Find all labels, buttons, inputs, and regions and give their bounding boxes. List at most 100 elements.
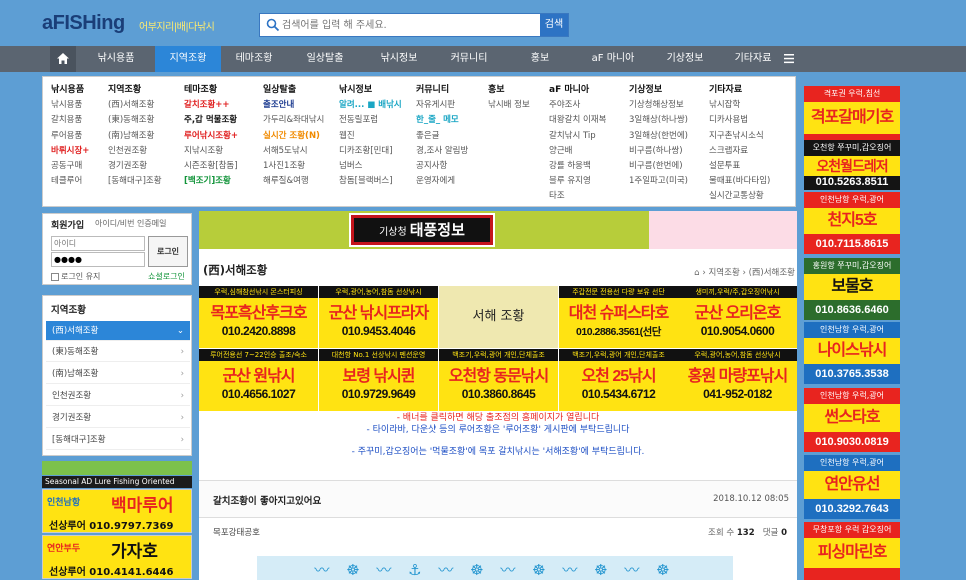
home-button[interactable]: [50, 46, 76, 72]
nav-item-6[interactable]: 커뮤니티: [438, 46, 500, 72]
menu-item[interactable]: 1사진1조황: [263, 159, 324, 174]
home-icon[interactable]: ⌂: [694, 268, 699, 278]
right-ad[interactable]: 홍원항 쭈꾸미,갑오징어 보물호 010.8636.6460: [804, 258, 900, 320]
menu-item[interactable]: 운영자에게: [416, 174, 468, 189]
sidebar-item[interactable]: (東)동해조황 ›: [46, 342, 190, 362]
menu-item[interactable]: 디카조황[민대]: [339, 144, 402, 159]
menu-item[interactable]: [백조기]조황: [184, 174, 238, 189]
menu-item[interactable]: 기상청해상정보: [629, 98, 688, 113]
menu-item[interactable]: 비구름(하나쌍): [629, 144, 688, 159]
signup-link[interactable]: 회원가입: [51, 218, 84, 231]
menu-item[interactable]: 자유게시판: [416, 98, 468, 113]
menu-item[interactable]: 낚시잡학: [709, 98, 770, 113]
left-ad[interactable]: 인천남항 백마루어 선상루어 010.9797.7369: [42, 489, 192, 533]
menu-item[interactable]: 해루질&여행: [263, 174, 324, 189]
menu-item[interactable]: 낚시배 정보: [488, 98, 530, 113]
sidebar-item[interactable]: (南)남해조황 ›: [46, 364, 190, 384]
ad-tile[interactable]: 백조기,우럭,광어 개인,단체출조 오천항 동문낚시 010.3860.8645: [439, 349, 558, 411]
menu-item[interactable]: 갈치용품: [51, 113, 89, 128]
menu-item[interactable]: 비구름(한번에): [629, 159, 688, 174]
menu-item[interactable]: 웹진: [339, 129, 402, 144]
sidebar-item[interactable]: 경기권조황 ›: [46, 408, 190, 428]
find-account-link[interactable]: 아이디/비번 인증메일: [95, 218, 166, 229]
menu-item[interactable]: 경,조사 알림방: [416, 144, 468, 159]
menu-item[interactable]: 알려... ■ 배낚시: [339, 98, 402, 113]
menu-item[interactable]: 양근배: [549, 144, 606, 159]
menu-item[interactable]: 좋은글: [416, 129, 468, 144]
nav-item-8[interactable]: aF 마니아: [582, 46, 644, 72]
menu-item[interactable]: 출조안내: [263, 98, 324, 113]
menu-item[interactable]: 전동릴포럼: [339, 113, 402, 128]
menu-item[interactable]: 경기권조황: [108, 159, 162, 174]
menu-item[interactable]: 디카사용법: [709, 113, 770, 128]
keep-login-checkbox[interactable]: 로그인 유지: [51, 271, 100, 282]
nav-item-10[interactable]: 기타자료: [722, 46, 784, 72]
typhoon-banner[interactable]: 기상청 태풍정보: [199, 211, 797, 249]
menu-item[interactable]: 물때표(바다타임): [709, 174, 770, 189]
menu-item[interactable]: 1주일파고(미국): [629, 174, 688, 189]
menu-item[interactable]: 강룔 하웅백: [549, 159, 606, 174]
menu-item[interactable]: 3일해상(하나쌍): [629, 113, 688, 128]
id-field[interactable]: [51, 236, 145, 251]
menu-item[interactable]: (西)서해조황: [108, 98, 162, 113]
menu-item[interactable]: 시즌조황[참돔]: [184, 159, 238, 174]
menu-item[interactable]: 갈치조황++: [184, 98, 238, 113]
ad-tile[interactable]: 대천항 No.1 선상낚시 펜션운영 보령 낚시퀸 010.9729.9649: [319, 349, 438, 411]
sidebar-item[interactable]: [동해대구]조황 ›: [46, 430, 190, 450]
sidebar-item[interactable]: 인천권조황 ›: [46, 386, 190, 406]
right-ad[interactable]: 무창포항 우럭 갑오징어 피싱마린호: [804, 522, 900, 580]
post-title[interactable]: 갈치조황이 좋아지고있어요: [213, 493, 321, 507]
menu-item[interactable]: (東)동해조황: [108, 113, 162, 128]
nav-item-5[interactable]: 낚시정보: [368, 46, 430, 72]
menu-item[interactable]: 실시간교통상황: [709, 189, 770, 204]
menu-item[interactable]: 설문투표: [709, 159, 770, 174]
menu-item[interactable]: 가두리&좌대낚시: [263, 113, 324, 128]
menu-item[interactable]: 지낚시조황: [184, 144, 238, 159]
site-logo[interactable]: aFISHing: [42, 12, 125, 35]
nav-item-7[interactable]: 홍보: [520, 46, 560, 72]
menu-item[interactable]: 대왕갈치 이재복: [549, 113, 606, 128]
right-ad[interactable]: 인천남항 우럭,광어 썬스타호 010.9030.0819: [804, 388, 900, 452]
menu-item[interactable]: 인천권조황: [108, 144, 162, 159]
menu-item[interactable]: 주야조사: [549, 98, 606, 113]
menu-item[interactable]: 루어용품: [51, 129, 89, 144]
ad-tile[interactable]: 백조기,우럭,광어 개인,단체출조 오천 25낚시 010.5434.6712: [559, 349, 678, 411]
menu-item[interactable]: 지구촌낚시소식: [709, 129, 770, 144]
ad-tile[interactable]: 주갑전문 전용선 다량 보유 선단 대천 슈퍼스타호 010.2886.3561…: [559, 286, 678, 348]
ad-tile[interactable]: 우럭,광어,농어,참돔 선상낚시 군산 낚시프라자 010.9453.4046: [319, 286, 438, 348]
menu-item[interactable]: 타조: [549, 189, 606, 204]
menu-item[interactable]: 낚시용품: [51, 98, 89, 113]
ad-tile[interactable]: 루어전용선 7~22인승 출조/숙소 군산 원낚시 010.4656.1027: [199, 349, 318, 411]
menu-item[interactable]: 공동구매: [51, 159, 89, 174]
menu-item[interactable]: 블루 유지영: [549, 174, 606, 189]
right-ad[interactable]: 오천항 쭈꾸미,갑오징어 오천월드레저 010.5263.8511: [804, 140, 900, 190]
right-ad[interactable]: 인천남항 우럭,광어 연안유선 010.3292.7643: [804, 455, 900, 519]
menu-item[interactable]: 참돔[블랙버스]: [339, 174, 402, 189]
menu-item[interactable]: 실시간 조황(N): [263, 129, 324, 144]
menu-item[interactable]: [동해대구]조황: [108, 174, 162, 189]
menu-item[interactable]: 주,갑 먹물조황: [184, 113, 238, 128]
menu-item[interactable]: (南)남해조황: [108, 129, 162, 144]
menu-item[interactable]: 공지사항: [416, 159, 468, 174]
menu-item[interactable]: 한_줄_ 메모: [416, 113, 468, 128]
sidebar-item[interactable]: (西)서해조황 ⌄: [46, 321, 190, 341]
nav-item-4[interactable]: 일상탈출: [294, 46, 356, 72]
left-ad[interactable]: 연안부두 가자호 선상루어 010.4141.6446: [42, 535, 192, 579]
right-ad[interactable]: 인천남항 우럭,광어 나이스낚시 010.3765.3538: [804, 322, 900, 384]
ad-tile[interactable]: 우럭,심해참선낚시 몬스터피싱 목포흑산후크호 010.2420.8898: [199, 286, 318, 348]
nav-item-2[interactable]: 지역조황: [155, 46, 221, 72]
menu-item[interactable]: 넘버스: [339, 159, 402, 174]
menu-item[interactable]: 루어낚시조황+: [184, 129, 238, 144]
menu-item[interactable]: 바뤼시장+: [51, 144, 89, 159]
nav-item-3[interactable]: 테마조황: [226, 46, 282, 72]
search-button[interactable]: 검색: [540, 14, 568, 36]
menu-item[interactable]: 갈치낚시 Tip: [549, 129, 606, 144]
nav-item-1[interactable]: 낚시용품: [80, 46, 152, 72]
hamburger-icon[interactable]: [784, 53, 794, 64]
login-button[interactable]: 로그인: [148, 236, 188, 267]
menu-item[interactable]: 테클루어: [51, 174, 89, 189]
post-author[interactable]: 목포강태공호: [213, 526, 260, 538]
social-login-link[interactable]: 쇼셜로그인: [148, 271, 185, 282]
password-field[interactable]: [51, 252, 145, 267]
right-ad[interactable]: 인천남항 우럭,광어 천지5호 010.7115.8615: [804, 192, 900, 254]
